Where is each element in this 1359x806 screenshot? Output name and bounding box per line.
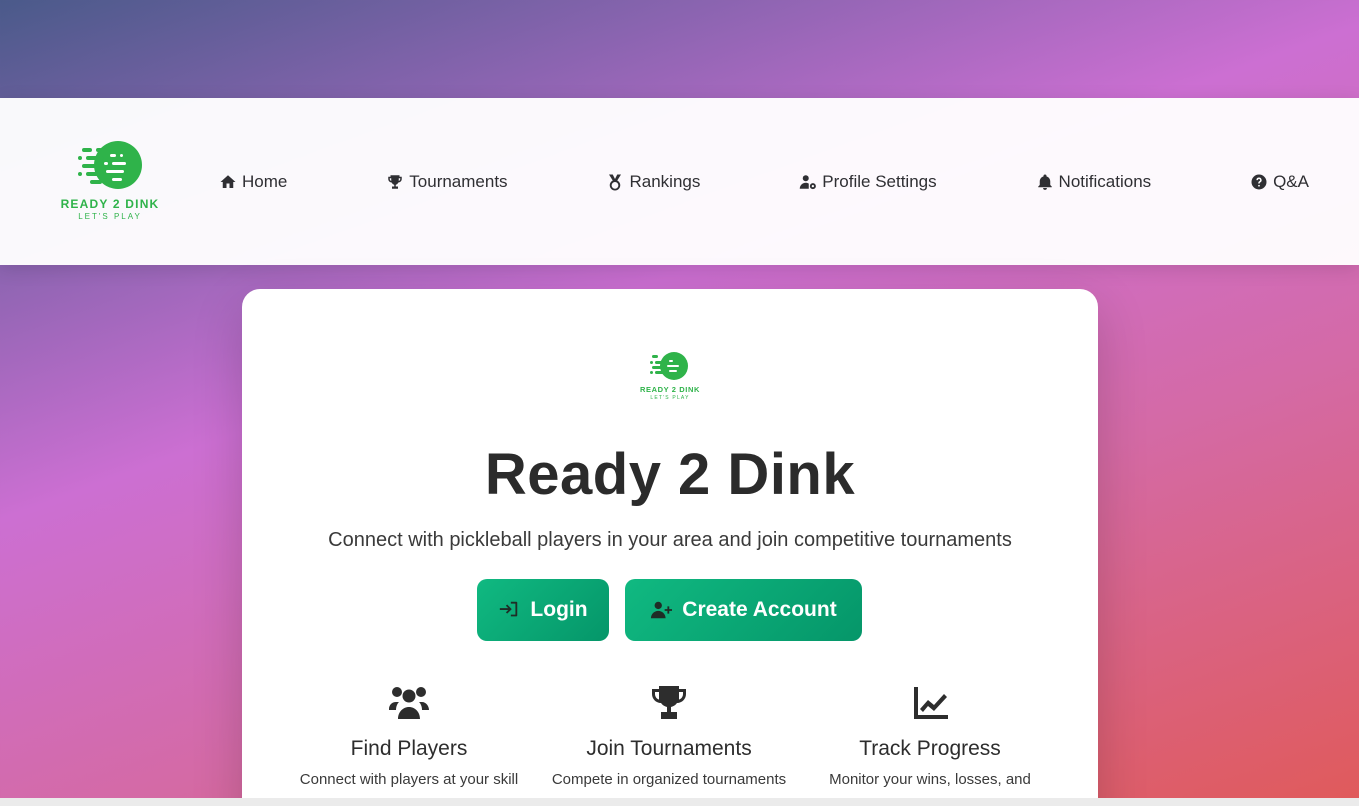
bell-icon [1037, 174, 1052, 190]
feature-join-tournaments: Join Tournaments Compete in organized to… [539, 685, 799, 788]
brand-tagline: LET'S PLAY [78, 212, 142, 221]
welcome-card: READY 2 DINK LET'S PLAY Ready 2 Dink Con… [242, 289, 1098, 806]
card-brand-logo: READY 2 DINK LET'S PLAY [636, 351, 704, 401]
feature-desc: Monitor your wins, losses, and [829, 771, 1031, 788]
create-account-label: Create Account [682, 598, 837, 621]
nav-item-rankings[interactable]: Rankings [606, 172, 700, 192]
horizontal-scrollbar[interactable] [0, 798, 1359, 806]
chart-line-icon [914, 687, 948, 719]
sign-in-icon [500, 601, 518, 617]
users-icon [389, 687, 429, 719]
nav-label: Home [242, 171, 288, 191]
nav-item-notifications[interactable]: Notifications [1036, 171, 1152, 192]
brand-name: READY 2 DINK [61, 197, 160, 211]
hero-subtitle: Connect with pickleball players in your … [328, 529, 1012, 551]
top-navbar: READY 2 DINK LET'S PLAY Home Tournaments… [0, 98, 1359, 265]
question-circle-icon [1251, 174, 1267, 189]
user-gear-icon [800, 174, 817, 189]
trophy-icon [652, 686, 686, 719]
nav-item-tournaments[interactable]: Tournaments [386, 171, 508, 192]
nav-label: Rankings [629, 171, 701, 191]
login-button[interactable]: Login [477, 579, 609, 641]
feature-title: Track Progress [859, 737, 1001, 760]
card-brand-name: READY 2 DINK [640, 385, 700, 394]
login-label: Login [530, 598, 588, 621]
nav-item-home[interactable]: Home [219, 172, 287, 192]
nav-label: Q&A [1273, 171, 1309, 191]
home-icon [220, 174, 236, 188]
nav-label: Tournaments [409, 171, 508, 191]
feature-desc: Compete in organized tournaments [551, 771, 787, 788]
nav-links: Home Tournaments Rankings Profile Settin… [219, 98, 1309, 265]
create-account-button[interactable]: Create Account [625, 579, 862, 641]
nav-item-qa[interactable]: Q&A [1250, 172, 1309, 192]
hero-title: Ready 2 Dink [484, 442, 856, 507]
feature-find-players: Find Players Connect with players at you… [279, 685, 539, 788]
nav-item-profile-settings[interactable]: Profile Settings [799, 171, 937, 192]
trophy-icon [388, 174, 403, 189]
feature-title: Find Players [350, 737, 468, 760]
card-brand-tagline: LET'S PLAY [650, 395, 689, 401]
feature-track-progress: Track Progress Monitor your wins, losses… [800, 685, 1060, 788]
medal-icon [609, 174, 622, 190]
feature-title: Join Tournaments [586, 737, 752, 760]
nav-label: Profile Settings [822, 171, 937, 191]
nav-label: Notifications [1058, 171, 1152, 191]
feature-desc: Connect with players at your skill [299, 771, 519, 788]
brand-logo[interactable]: READY 2 DINK LET'S PLAY [52, 140, 168, 222]
user-plus-icon [651, 601, 673, 619]
